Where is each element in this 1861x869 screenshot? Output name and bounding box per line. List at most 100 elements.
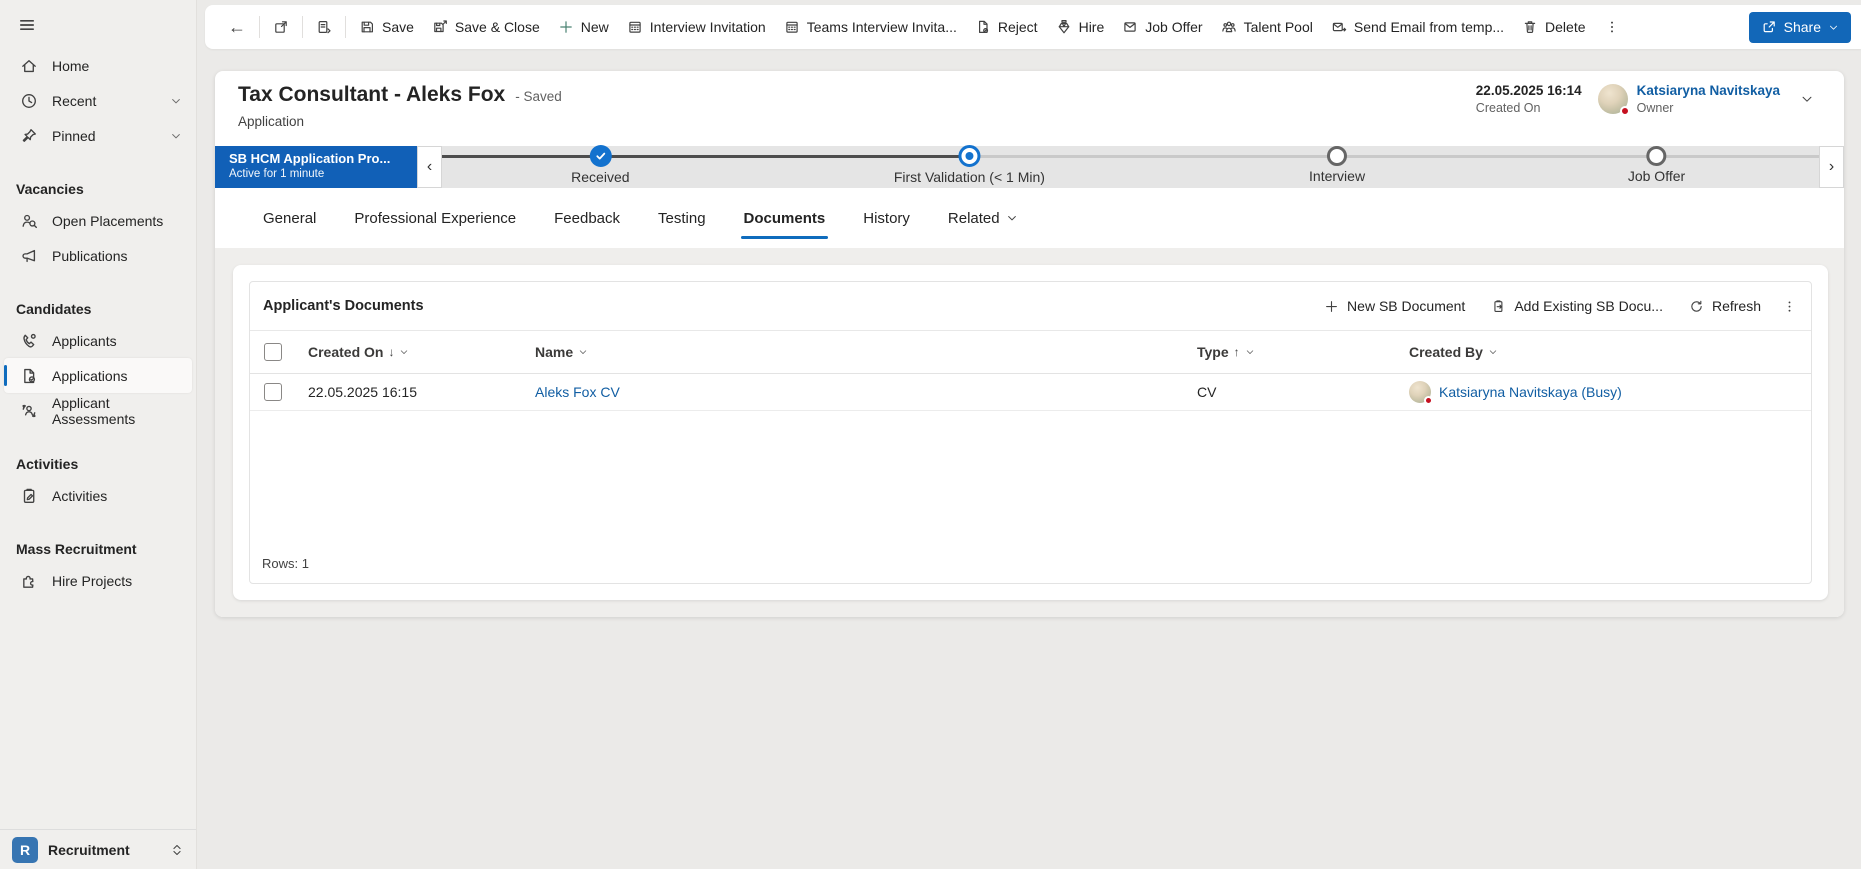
documents-grid: Applicant's Documents New SB Document Ad… — [249, 281, 1812, 584]
more-commands-button[interactable] — [1595, 11, 1629, 43]
tab-related[interactable]: Related — [948, 188, 1018, 248]
form-switcher-button[interactable] — [307, 11, 341, 43]
sidebar-item-applicants[interactable]: Applicants — [4, 323, 192, 358]
stage-completed-check-icon — [589, 145, 611, 167]
stage-active-dot-icon — [958, 145, 980, 167]
new-sb-document-button[interactable]: New SB Document — [1313, 290, 1476, 322]
process-scroll-right-button[interactable]: › — [1819, 146, 1844, 188]
sidebar-item-applications[interactable]: Applications — [4, 358, 192, 393]
back-button[interactable]: ← — [219, 11, 255, 43]
cell-created-on: 22.05.2025 16:15 — [296, 384, 523, 400]
area-switcher-icon[interactable] — [170, 842, 184, 858]
business-process-flow: SB HCM Application Pro... Active for 1 m… — [215, 146, 1844, 188]
page-title: Tax Consultant - Aleks Fox — [238, 83, 505, 107]
send-email-button[interactable]: Send Email from temp... — [1322, 11, 1513, 43]
busy-presence-dot — [1620, 106, 1630, 116]
open-in-new-window-button[interactable] — [264, 11, 298, 43]
chevron-down-icon[interactable] — [170, 130, 182, 142]
stage-pending-circle-icon — [1646, 146, 1666, 166]
sidebar-nav: Home Recent Pinned Vacancies Open Placem… — [0, 44, 196, 829]
tab-documents[interactable]: Documents — [744, 188, 826, 248]
sidebar-item-label: Applications — [52, 368, 128, 384]
reject-button[interactable]: Reject — [966, 11, 1047, 43]
sidebar-item-label: Recent — [52, 93, 96, 109]
grid-more-commands-button[interactable] — [1776, 290, 1803, 322]
delete-button[interactable]: Delete — [1513, 11, 1594, 43]
stage-interview[interactable]: Interview — [1309, 146, 1365, 184]
more-vertical-icon — [1782, 299, 1797, 314]
sidebar-item-publications[interactable]: Publications — [4, 238, 192, 273]
person-search-icon — [20, 212, 38, 230]
tab-feedback[interactable]: Feedback — [554, 188, 620, 248]
sidebar-item-pinned[interactable]: Pinned — [4, 118, 192, 153]
puzzle-icon — [20, 572, 38, 590]
chevron-down-icon — [1800, 92, 1814, 106]
owner-avatar — [1598, 84, 1628, 114]
interview-invitation-button[interactable]: Interview Invitation — [618, 11, 775, 43]
plus-icon — [558, 19, 574, 35]
tab-general[interactable]: General — [263, 188, 316, 248]
chevron-down-icon — [1245, 347, 1255, 357]
hire-button[interactable]: Hire — [1047, 11, 1114, 43]
stage-job-offer[interactable]: Job Offer — [1628, 146, 1685, 184]
refresh-button[interactable]: Refresh — [1678, 290, 1772, 322]
talent-pool-button[interactable]: Talent Pool — [1212, 11, 1322, 43]
current-area-label: Recruitment — [48, 842, 130, 858]
teams-interview-invitation-button[interactable]: Teams Interview Invita... — [775, 11, 966, 43]
sidebar-item-hire-projects[interactable]: Hire Projects — [4, 563, 192, 598]
tab-testing[interactable]: Testing — [658, 188, 706, 248]
stage-pending-circle-icon — [1327, 146, 1347, 166]
stage-received[interactable]: Received — [571, 146, 629, 185]
clock-icon — [20, 92, 38, 110]
table-row[interactable]: 22.05.2025 16:15 Aleks Fox CV CV Katsiar… — [250, 374, 1811, 411]
select-all-checkbox[interactable] — [264, 343, 282, 361]
created-by-link[interactable]: Katsiaryna Navitskaya (Busy) — [1439, 384, 1622, 400]
process-flyout-button[interactable]: SB HCM Application Pro... Active for 1 m… — [215, 146, 417, 188]
back-arrow-icon: ← — [228, 18, 246, 36]
column-header-name[interactable]: Name — [523, 344, 1185, 360]
owner-role-label: Owner — [1637, 101, 1780, 115]
chevron-down-icon[interactable] — [170, 95, 182, 107]
new-button[interactable]: New — [549, 11, 618, 43]
cell-type: CV — [1185, 384, 1397, 400]
save-state-label: - Saved — [515, 89, 562, 104]
document-name-link[interactable]: Aleks Fox CV — [535, 384, 620, 400]
grid-column-headers: Created On ↓ Name Type ↑ Created By — [250, 330, 1811, 374]
column-header-created-by[interactable]: Created By — [1397, 344, 1811, 360]
tab-history[interactable]: History — [863, 188, 910, 248]
row-count-label: Rows: 1 — [250, 550, 1811, 583]
sidebar-item-label: Applicants — [52, 333, 117, 349]
column-header-type[interactable]: Type ↑ — [1185, 344, 1397, 360]
document-check-icon — [20, 367, 38, 385]
process-scroll-left-button[interactable]: ‹ — [417, 146, 442, 188]
clipboard-arrow-icon — [1491, 299, 1506, 314]
owner-name-link[interactable]: Katsiaryna Navitskaya — [1637, 83, 1780, 98]
sidebar-item-applicant-assessments[interactable]: Applicant Assessments — [4, 393, 192, 428]
add-existing-sb-document-button[interactable]: Add Existing SB Docu... — [1480, 290, 1674, 322]
collapse-header-button[interactable] — [1796, 88, 1818, 110]
save-button[interactable]: Save — [350, 11, 423, 43]
row-checkbox[interactable] — [264, 383, 282, 401]
sidebar-section-activities: Activities — [0, 442, 196, 472]
sidebar-item-activities[interactable]: Activities — [4, 478, 192, 513]
save-and-close-button[interactable]: Save & Close — [423, 11, 549, 43]
menu-toggle-button[interactable] — [10, 10, 44, 40]
sidebar-item-recent[interactable]: Recent — [4, 83, 192, 118]
grid-header-bar: Applicant's Documents New SB Document Ad… — [250, 282, 1811, 330]
stage-first-validation[interactable]: First Validation (< 1 Min) — [894, 146, 1045, 185]
share-button[interactable]: Share — [1749, 12, 1851, 43]
home-icon — [20, 57, 38, 75]
megaphone-icon — [20, 247, 38, 265]
sidebar-item-open-placements[interactable]: Open Placements — [4, 203, 192, 238]
created-on-field: 22.05.2025 16:14 Created On — [1476, 83, 1582, 115]
process-track: Received First Validation (< 1 Min) Inte… — [442, 146, 1819, 188]
sidebar-item-label: Open Placements — [52, 213, 163, 229]
job-offer-button[interactable]: Job Offer — [1113, 11, 1211, 43]
chevron-left-icon: ‹ — [427, 158, 432, 176]
tab-professional-experience[interactable]: Professional Experience — [354, 188, 516, 248]
column-header-created-on[interactable]: Created On ↓ — [296, 344, 523, 360]
sidebar-item-home[interactable]: Home — [4, 48, 192, 83]
toolbar-divider — [345, 16, 346, 38]
documents-card: Applicant's Documents New SB Document Ad… — [233, 265, 1828, 600]
created-on-label: Created On — [1476, 101, 1582, 115]
